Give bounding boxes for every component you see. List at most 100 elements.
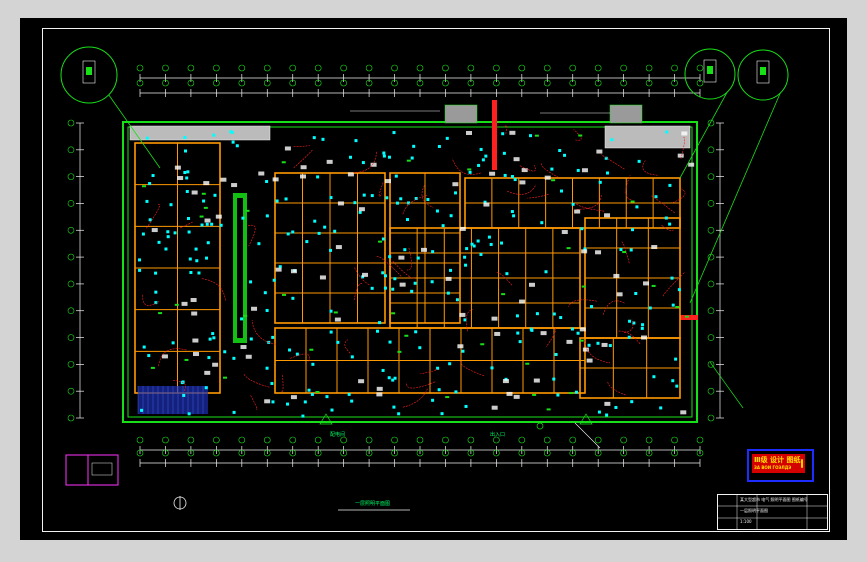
- fixture-label: [574, 209, 581, 214]
- light-fixture: [275, 199, 279, 203]
- light-fixture: [629, 248, 633, 252]
- fixture-label: [595, 250, 602, 255]
- light-fixture: [381, 368, 385, 372]
- light-fixture: [169, 203, 173, 207]
- fixture-label: [335, 245, 342, 250]
- top-dimension-axis-bubble: [518, 64, 526, 72]
- fixture-label: [688, 162, 695, 167]
- light-fixture: [142, 345, 146, 349]
- bottom-dimension-axis-bubble: [162, 436, 169, 444]
- light-fixture: [330, 408, 334, 412]
- light-fixture: [383, 286, 387, 290]
- title-project: 某大型超市 电气 照明平面图 图纸编号: [740, 497, 808, 502]
- wiring-run: [452, 158, 481, 175]
- light-fixture: [529, 134, 533, 138]
- light-fixture: [197, 271, 201, 275]
- fixture-label: [220, 177, 227, 182]
- green-tag: [534, 134, 539, 137]
- bottom-dimension-axis-bubble: [620, 436, 627, 444]
- top-dimension-axis-bubble: [620, 64, 627, 72]
- top-dimension-axis-bubble: [569, 64, 577, 72]
- fixture-label: [465, 130, 472, 135]
- top-dimension-axis-bubble: [340, 64, 347, 72]
- light-fixture: [350, 399, 354, 403]
- light-fixture: [321, 137, 325, 141]
- fixture-label: [251, 306, 258, 311]
- wiring-run: [251, 320, 276, 345]
- fixture-label: [272, 177, 279, 182]
- cad-viewport[interactable]: Ⅲ级 设计 图纸 ЗА ВОИ ГОЭЛДЭ 某大型超市 电气 照明平面图 图纸…: [20, 18, 847, 540]
- light-fixture: [671, 379, 675, 383]
- light-fixture: [383, 274, 387, 278]
- fixture-label: [362, 272, 369, 277]
- light-fixture: [407, 201, 411, 205]
- light-fixture: [608, 344, 612, 348]
- light-fixture: [382, 151, 386, 155]
- fixture-label: [300, 165, 307, 170]
- light-fixture: [597, 410, 601, 414]
- fixture-label: [491, 405, 498, 410]
- light-fixture: [183, 149, 187, 153]
- left-dimension-axis-bubble: [67, 173, 75, 180]
- fixture-label: [586, 358, 593, 363]
- fixture-label: [192, 338, 199, 343]
- fixture-label: [489, 171, 496, 176]
- fixture-label: [519, 299, 526, 304]
- light-fixture: [249, 280, 253, 284]
- legend-line-1: Ⅲ级 设计 图纸: [754, 455, 801, 464]
- light-fixture: [271, 335, 275, 339]
- light-fixture: [619, 248, 623, 252]
- top-dimension-axis-bubble: [645, 64, 653, 72]
- light-fixture: [249, 337, 253, 341]
- wiring-run: [600, 154, 625, 170]
- light-fixture: [310, 392, 314, 396]
- light-fixture: [151, 174, 155, 178]
- light-fixture: [418, 346, 422, 350]
- green-tag: [630, 200, 635, 203]
- light-fixture: [271, 400, 275, 404]
- light-fixture: [470, 242, 474, 246]
- floor-plan-drawing[interactable]: [20, 18, 847, 540]
- top-dimension-axis-bubble: [213, 64, 220, 72]
- fixture-label: [581, 168, 588, 173]
- fixture-label: [596, 149, 603, 154]
- legend-stamp-icon: [800, 459, 803, 468]
- wiring-run: [650, 195, 675, 214]
- light-fixture: [301, 414, 305, 418]
- light-fixture: [240, 317, 244, 321]
- bottom-dimension-axis-bubble: [136, 436, 144, 444]
- light-fixture: [674, 357, 678, 361]
- fixture-label: [420, 247, 427, 252]
- fixture-label: [506, 391, 513, 396]
- fixture-label: [452, 182, 459, 187]
- light-fixture: [605, 171, 609, 175]
- green-tag: [651, 284, 656, 287]
- light-fixture: [194, 247, 198, 251]
- fixture-label: [300, 174, 307, 179]
- light-fixture: [387, 376, 391, 380]
- light-fixture: [664, 216, 668, 220]
- light-fixture: [157, 240, 161, 244]
- stair-block-1: [444, 104, 478, 124]
- light-fixture: [347, 392, 351, 396]
- light-fixture: [311, 362, 315, 366]
- green-tag: [309, 348, 314, 351]
- light-fixture: [211, 332, 215, 336]
- wiring-run: [607, 381, 627, 396]
- light-fixture: [286, 402, 290, 406]
- fixture-label: [245, 354, 252, 359]
- light-fixture: [535, 312, 539, 316]
- light-fixture: [362, 193, 366, 197]
- wiring-run: [250, 395, 258, 410]
- stair-block-2: [609, 104, 643, 124]
- fixture-label: [284, 146, 291, 151]
- light-fixture: [500, 241, 504, 245]
- light-fixture: [463, 255, 467, 259]
- wiring-run: [247, 224, 256, 247]
- green-tag: [684, 315, 689, 318]
- light-fixture: [329, 248, 333, 252]
- light-fixture: [489, 242, 493, 246]
- light-fixture: [392, 405, 396, 409]
- fixture-label: [604, 401, 611, 406]
- light-fixture: [637, 159, 641, 163]
